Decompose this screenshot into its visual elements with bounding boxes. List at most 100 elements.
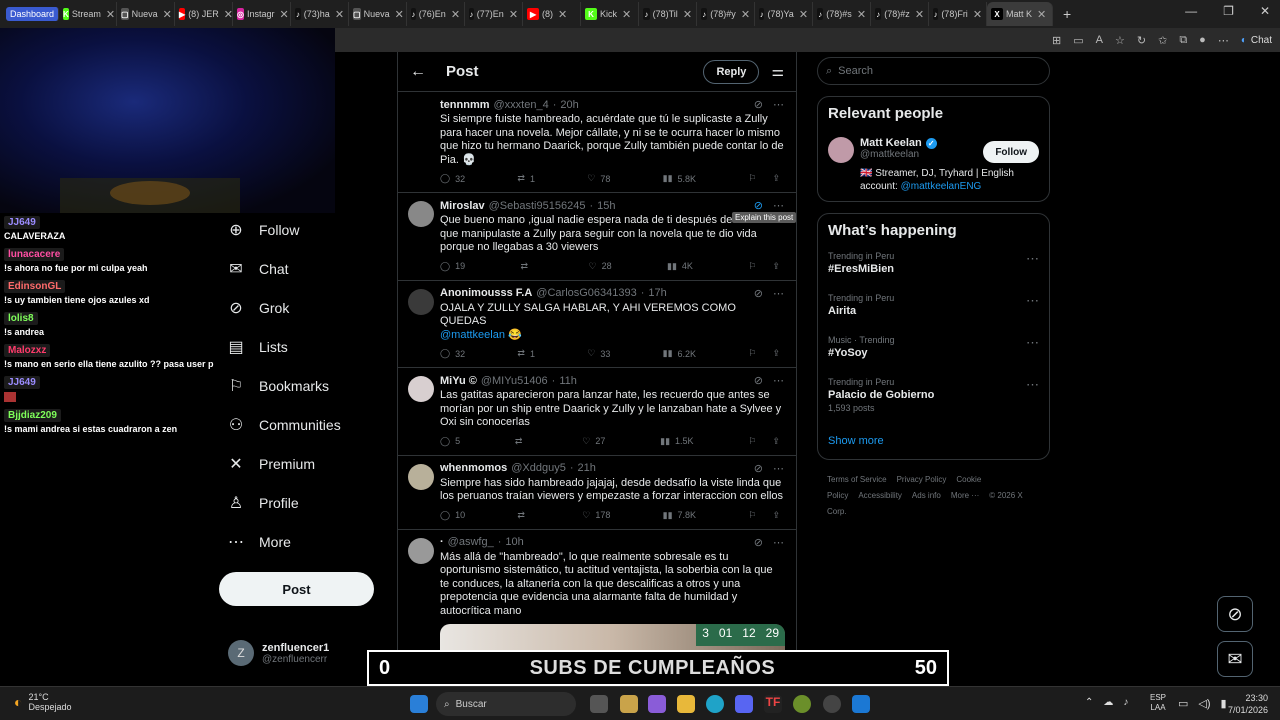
language-indicator[interactable]: ESP LAA xyxy=(1150,693,1166,713)
file-explorer-icon[interactable] xyxy=(677,695,695,713)
chat-username[interactable]: Malozxz xyxy=(4,344,51,357)
tf-app-icon[interactable]: TF xyxy=(764,695,782,713)
copilot-app-icon[interactable] xyxy=(648,695,666,713)
reply-button[interactable]: ◯ 32 xyxy=(440,348,465,359)
author-name[interactable]: tennnmm xyxy=(440,99,490,111)
more-options-icon[interactable]: ⋯ xyxy=(1026,251,1039,267)
reply-post[interactable]: whenmomos @Xddguy5 · 21h ⊘ ⋯ Siempre has sido … xyxy=(398,456,796,530)
tab-close-icon[interactable]: ✕ xyxy=(1037,8,1046,21)
chat-username[interactable]: EdinsonGL xyxy=(4,280,66,293)
grok-explain-icon[interactable]: ⊘ xyxy=(754,374,763,387)
menu-dots-icon[interactable]: ⋯ xyxy=(1218,34,1229,47)
reply-post[interactable]: tennnmm @xxxten_4 · 20h ⊘ ⋯ Si siempre fuiste … xyxy=(398,92,796,193)
browser-tab[interactable]: ♪ (78)Ya ✕ xyxy=(755,2,814,26)
mention-link[interactable]: @mattkeelan 😂 xyxy=(440,329,522,341)
minimize-icon[interactable]: — xyxy=(1185,4,1197,18)
tab-close-icon[interactable]: ✕ xyxy=(224,8,232,21)
reply-button[interactable]: ◯ 10 xyxy=(440,510,465,521)
avatar[interactable] xyxy=(408,537,434,564)
tab-close-icon[interactable]: ✕ xyxy=(741,8,750,21)
windows-start-icon[interactable] xyxy=(410,695,428,713)
settings-sliders-icon[interactable]: ⚌ xyxy=(771,63,784,80)
maximize-icon[interactable]: ❐ xyxy=(1223,4,1234,18)
chat-username[interactable]: JJ649 xyxy=(4,216,40,229)
avatar[interactable] xyxy=(408,201,434,227)
microphone-icon[interactable]: ♪ xyxy=(1123,697,1128,708)
task-view-icon[interactable] xyxy=(590,695,608,713)
browser-tab[interactable]: ♪ (78)#z ✕ xyxy=(871,2,930,26)
author-name[interactable]: Anonimousss F.A xyxy=(440,287,532,299)
nav-item-lists[interactable]: ▤ Lists xyxy=(219,327,389,366)
more-options-icon[interactable]: ⋯ xyxy=(773,199,784,212)
author-name[interactable]: MiYu © xyxy=(440,375,477,387)
nav-item-grok[interactable]: ⊘ Grok xyxy=(219,288,389,327)
more-options-icon[interactable]: ⋯ xyxy=(1026,377,1039,393)
browser-tab[interactable]: ▶ (8) ✕ xyxy=(523,2,582,26)
trend-item[interactable]: Trending in Peru Airita ⋯ xyxy=(818,289,1049,331)
avatar[interactable] xyxy=(408,376,434,402)
reply-post[interactable]: Anonimousss F.A @CarlosG06341393 · 17h ⊘ ⋯ OJA… xyxy=(398,281,796,368)
volume-icon[interactable]: ◁) xyxy=(1198,697,1210,710)
tab-close-icon[interactable]: ✕ xyxy=(335,8,344,21)
views-button[interactable]: ▮▮ 7.8K xyxy=(663,510,696,521)
apps-icon[interactable]: ⊞ xyxy=(1052,34,1061,47)
reply-post[interactable]: Miroslav @Sebasti95156245 · 15h ⊘ ⋯ Que bueno … xyxy=(398,193,796,281)
favorite-star-icon[interactable]: ☆ xyxy=(1115,34,1125,47)
nav-item-premium[interactable]: ✕ Premium xyxy=(219,444,389,483)
discord-icon[interactable] xyxy=(735,695,753,713)
more-options-icon[interactable]: ⋯ xyxy=(773,98,784,111)
bio-link[interactable]: @mattkeelanENG xyxy=(901,181,982,192)
nav-item-bookmarks[interactable]: ⚐ Bookmarks xyxy=(219,366,389,405)
copilot-chat-button[interactable]: ◐ Chat xyxy=(1241,35,1272,46)
chat-username[interactable]: lunacacere xyxy=(4,248,65,261)
nav-item-chat[interactable]: ✉ Chat xyxy=(219,249,389,288)
follow-button[interactable]: Follow xyxy=(983,141,1039,163)
bookmark-icon[interactable]: ⚐ xyxy=(748,173,756,184)
chat-username[interactable]: lolis8 xyxy=(4,312,38,325)
collections-icon[interactable]: ⧉ xyxy=(1179,34,1187,47)
browser-tab[interactable]: Dashboard xyxy=(6,7,60,21)
tab-close-icon[interactable]: ✕ xyxy=(509,8,518,21)
share-icon[interactable]: ⇪ xyxy=(772,510,780,521)
footer-link[interactable]: Privacy Policy xyxy=(897,475,947,484)
nav-item-profile[interactable]: ♙ Profile xyxy=(219,483,389,522)
show-more-link[interactable]: Show more xyxy=(828,435,884,447)
reply-post[interactable]: MiYu © @MIYu51406 · 11h ⊘ ⋯ Las gatitas aparec… xyxy=(398,368,796,456)
tab-close-icon[interactable]: ✕ xyxy=(857,8,866,21)
browser-tab[interactable]: ♪ (78)#y ✕ xyxy=(697,2,756,26)
repost-button[interactable]: ⇄ 1 xyxy=(517,348,535,359)
views-button[interactable]: ▮▮ 6.2K xyxy=(663,348,696,359)
like-button[interactable]: ♡ 28 xyxy=(588,261,611,272)
bookmark-icon[interactable]: ⚐ xyxy=(748,348,756,359)
tab-close-icon[interactable]: ✕ xyxy=(106,8,115,21)
trend-item[interactable]: Trending in Peru #EresMiBien ⋯ xyxy=(818,247,1049,289)
views-button[interactable]: ▮▮ 4K xyxy=(667,261,693,272)
tab-close-icon[interactable]: ✕ xyxy=(558,8,567,21)
nav-item-follow[interactable]: ⊕ Follow xyxy=(219,210,389,249)
avatar[interactable] xyxy=(828,137,854,163)
nav-item-more[interactable]: ⋯ More xyxy=(219,522,389,561)
reply-button[interactable]: ◯ 32 xyxy=(440,173,465,184)
browser-tab[interactable]: ▶ (8) JER ✕ xyxy=(175,2,234,26)
grok-fab-button[interactable]: ⊘ xyxy=(1217,596,1253,632)
profile-avatar-icon[interactable]: ● xyxy=(1199,34,1206,46)
repost-button[interactable]: ⇄ xyxy=(517,510,530,521)
footer-link[interactable]: More ··· xyxy=(951,491,979,500)
chat-username[interactable]: Bjjdiaz209 xyxy=(4,409,61,422)
like-button[interactable]: ♡ 33 xyxy=(587,348,610,359)
browser-tab[interactable]: ♪ (77)En ✕ xyxy=(465,2,524,26)
tab-close-icon[interactable]: ✕ xyxy=(280,8,289,21)
trend-item[interactable]: Trending in Peru Palacio de Gobierno 1,593… xyxy=(818,373,1049,415)
chevron-up-icon[interactable]: ⌃ xyxy=(1085,697,1093,708)
favorites-icon[interactable]: ✩ xyxy=(1158,34,1167,47)
battery-icon[interactable]: ▮ xyxy=(1221,697,1227,710)
taskbar-search[interactable]: ⌕ Buscar xyxy=(436,692,576,716)
reply-button[interactable]: ◯ 5 xyxy=(440,436,460,447)
footer-link[interactable]: Ads info xyxy=(912,491,941,500)
views-button[interactable]: ▮▮ 5.8K xyxy=(663,173,696,184)
share-icon[interactable]: ⇪ xyxy=(772,436,780,447)
person-name[interactable]: Matt Keelan xyxy=(860,137,922,149)
grok-explain-icon[interactable]: ⊘ xyxy=(754,462,763,475)
cloud-icon[interactable]: ☁ xyxy=(1103,697,1113,708)
more-options-icon[interactable]: ⋯ xyxy=(773,287,784,300)
